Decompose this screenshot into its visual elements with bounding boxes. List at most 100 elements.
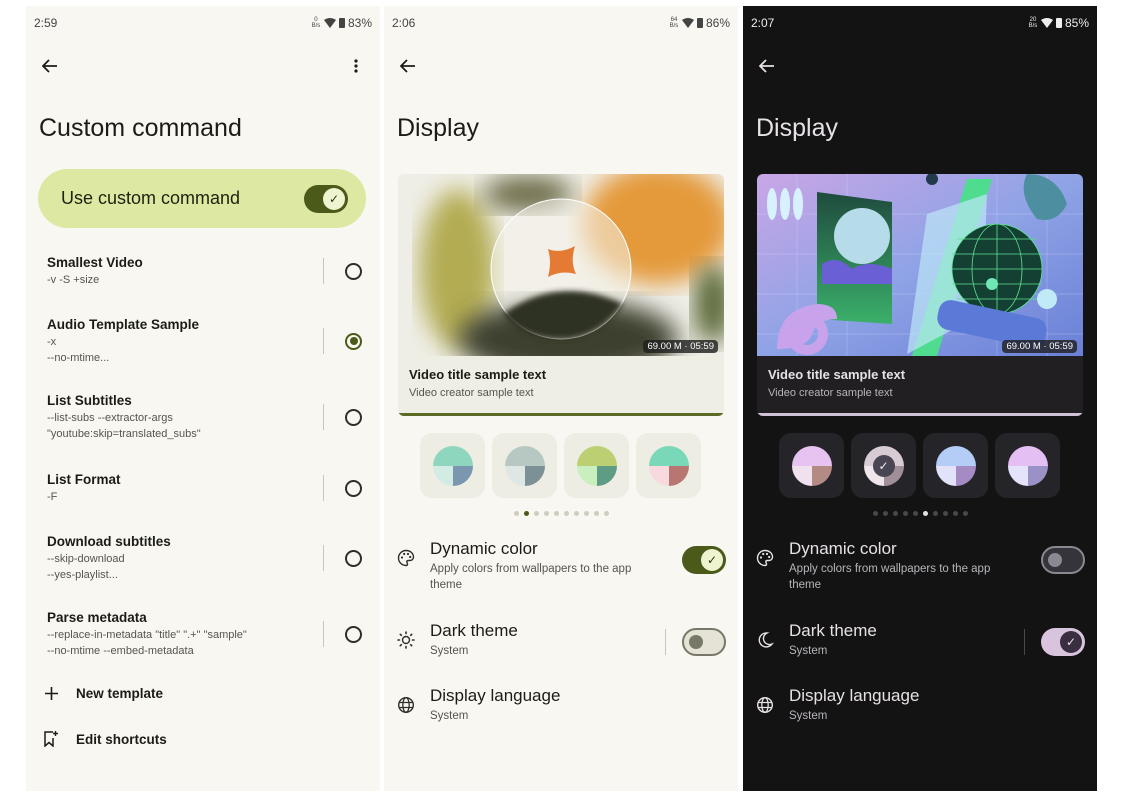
palette-tertiary-segment: [452, 465, 473, 486]
dark-theme-switch[interactable]: [682, 628, 726, 656]
template-args: --replace-in-metadata "title" ".+" "samp…: [47, 629, 247, 641]
dark-theme-switch[interactable]: ✓: [1041, 628, 1085, 656]
status-time: 2:07: [751, 16, 775, 30]
template-radio[interactable]: [345, 625, 362, 643]
new-template-button[interactable]: New template: [44, 685, 163, 701]
moon-icon: [755, 630, 775, 650]
page-dot: [872, 511, 878, 516]
dynamic-color-description: Apply colors from wallpapers to the app …: [789, 563, 991, 591]
display-language-title: Display language: [789, 686, 920, 705]
palette-swatch[interactable]: [995, 433, 1060, 498]
palette-tertiary-segment: [1027, 465, 1048, 486]
template-title: Parse metadata: [47, 610, 147, 625]
page-dot-active: [922, 511, 928, 516]
palette-picker: ✓: [779, 433, 1060, 498]
palette-preview-icon: [576, 445, 617, 486]
dark-theme-setting[interactable]: Dark theme System: [396, 620, 726, 659]
palette-swatch[interactable]: [492, 433, 557, 498]
globe-icon: [396, 695, 416, 715]
template-args: --yes-playlist...: [47, 569, 118, 581]
battery-icon: [696, 18, 703, 28]
template-item[interactable]: Smallest Video -v -S +size: [47, 254, 362, 288]
page-dot: [573, 511, 579, 516]
display-language-setting[interactable]: Display language System: [755, 685, 1085, 724]
battery-icon: [338, 18, 345, 28]
status-bar: 2:06 64 B/s 86%: [392, 14, 730, 32]
palette-swatch[interactable]: ✓: [851, 433, 916, 498]
template-item[interactable]: List Format -F: [47, 471, 362, 505]
template-title: Smallest Video: [47, 255, 143, 270]
template-radio[interactable]: [345, 408, 362, 426]
back-button[interactable]: [394, 52, 422, 80]
template-item[interactable]: Parse metadata --replace-in-metadata "ti…: [47, 609, 362, 659]
palette-tertiary-segment: [524, 465, 545, 486]
switch-knob: [689, 635, 703, 649]
video-thumbnail: [757, 174, 1083, 356]
palette-swatch[interactable]: [636, 433, 701, 498]
bookmark-add-icon: [44, 731, 58, 747]
palette-preview-icon: [935, 445, 976, 486]
top-app-bar: [743, 46, 1097, 86]
template-radio[interactable]: [345, 479, 362, 497]
display-language-setting[interactable]: Display language System: [396, 685, 726, 724]
display-screen-light: 2:06 64 B/s 86% Display 69.00 M · 05:59 …: [384, 6, 738, 791]
wifi-icon: [1040, 18, 1053, 28]
back-button[interactable]: [753, 52, 781, 80]
edit-shortcuts-button[interactable]: Edit shortcuts: [44, 731, 167, 747]
template-radio[interactable]: [345, 262, 362, 280]
more-options-button[interactable]: [346, 52, 366, 80]
palette-primary-segment: [648, 445, 689, 466]
check-icon: ✓: [872, 454, 895, 477]
page-dot: [952, 511, 958, 516]
display-language-value: System: [789, 710, 828, 722]
video-title: Video title sample text: [768, 367, 906, 382]
page-dot: [543, 511, 549, 516]
palette-picker: [420, 433, 701, 498]
use-custom-command-toggle-card[interactable]: Use custom command ✓: [38, 169, 366, 228]
wifi-icon: [681, 18, 694, 28]
palette-primary-segment: [432, 445, 473, 466]
template-radio-selected[interactable]: [345, 332, 362, 350]
video-progress-bar: [757, 413, 1083, 416]
page-dot: [533, 511, 539, 516]
palette-swatch[interactable]: [564, 433, 629, 498]
palette-swatch[interactable]: [779, 433, 844, 498]
template-args: --list-subs --extractor-args: [47, 412, 173, 424]
more-vert-icon: [354, 59, 358, 73]
palette-secondary-segment: [791, 465, 812, 486]
page-dot: [553, 511, 559, 516]
palette-tertiary-segment: [596, 465, 617, 486]
use-custom-command-switch[interactable]: ✓: [304, 184, 348, 213]
page-dot: [603, 511, 609, 516]
template-args: "youtube:skip=translated_subs": [47, 428, 201, 440]
back-button[interactable]: [36, 52, 64, 80]
status-time: 2:59: [34, 16, 58, 30]
dark-theme-setting[interactable]: Dark theme System ✓: [755, 620, 1085, 659]
status-time: 2:06: [392, 16, 416, 30]
arrow-back-icon: [42, 59, 57, 73]
divider: [323, 258, 324, 284]
dynamic-color-switch[interactable]: [1041, 546, 1085, 574]
template-item[interactable]: List Subtitles --list-subs --extractor-a…: [47, 392, 362, 442]
arrow-back-icon: [759, 59, 774, 73]
arrow-back-icon: [400, 59, 415, 73]
dynamic-color-setting[interactable]: Dynamic color Apply colors from wallpape…: [755, 538, 1085, 593]
dynamic-color-setting[interactable]: Dynamic color Apply colors from wallpape…: [396, 538, 726, 593]
template-radio[interactable]: [345, 549, 362, 567]
palette-swatch[interactable]: [420, 433, 485, 498]
template-item[interactable]: Audio Template Sample -x --no-mtime...: [47, 316, 362, 366]
check-icon: ✓: [701, 549, 723, 571]
battery-percent: 83%: [347, 16, 372, 30]
palette-tertiary-segment: [955, 465, 976, 486]
palette-secondary-segment: [432, 465, 453, 486]
net-speed-unit: B/s: [1028, 23, 1038, 29]
palette-preview-icon: [504, 445, 545, 486]
template-title: Audio Template Sample: [47, 317, 200, 332]
template-item[interactable]: Download subtitles --skip-download --yes…: [47, 533, 362, 583]
dynamic-color-switch[interactable]: ✓: [682, 546, 726, 574]
new-template-label: New template: [76, 685, 164, 701]
palette-tertiary-segment: [668, 465, 689, 486]
page-dot: [942, 511, 948, 516]
template-title: List Format: [47, 472, 121, 487]
palette-swatch[interactable]: [923, 433, 988, 498]
